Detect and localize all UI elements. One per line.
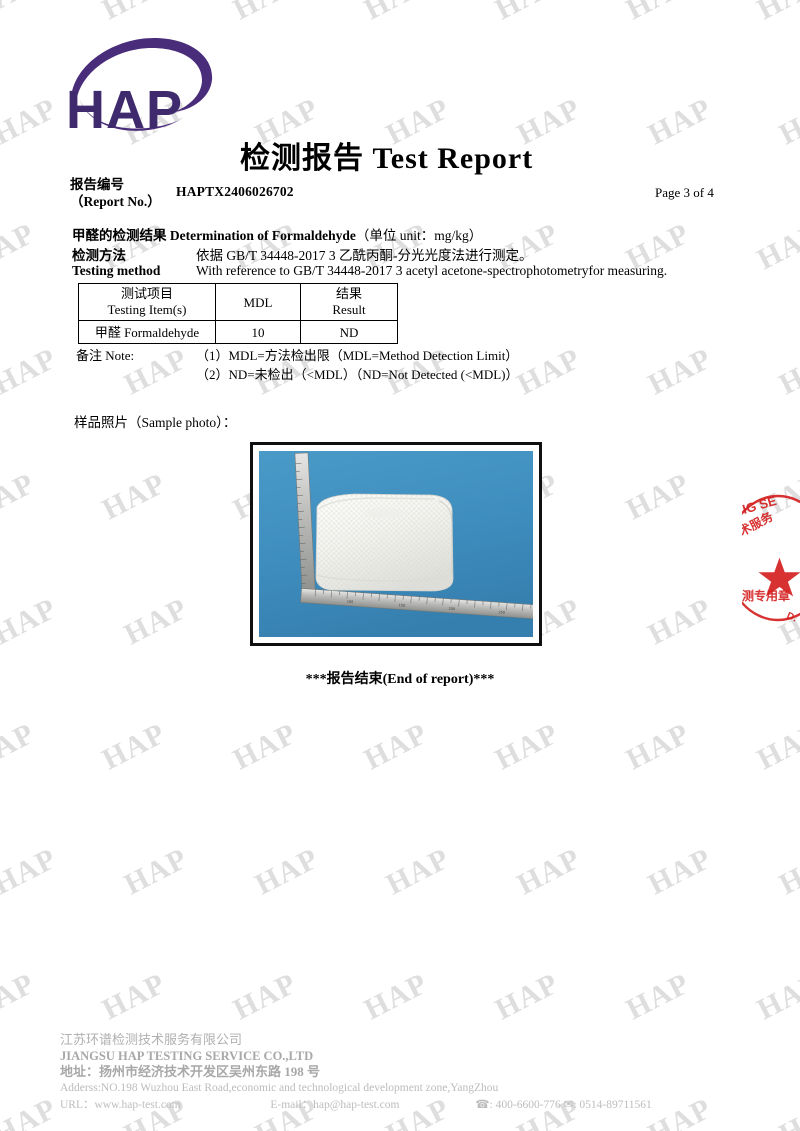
- page-title-cn: 检测报告: [240, 142, 364, 175]
- sample-photo-image: 100 150 200 250: [259, 451, 533, 637]
- report-no-label: 报告编号 （Report No.）: [70, 176, 161, 210]
- method-text-en: With reference to GB/T 34448-2017 3 acet…: [196, 263, 668, 278]
- svg-text:150: 150: [399, 603, 406, 607]
- svg-text:100: 100: [347, 600, 354, 604]
- sample-photo-frame: 100 150 200 250: [250, 442, 542, 646]
- cell-mdl: 10: [215, 320, 301, 344]
- header-result-en: Result: [332, 302, 366, 317]
- header-testing-item-cn: 测试项目: [120, 286, 173, 301]
- table-row: 甲醛 Formaldehyde 10 ND: [78, 320, 398, 344]
- page-indicator: Page 3 of 4: [655, 185, 714, 200]
- table-header-row: 测试项目 Testing Item(s) MDL 结果 Result: [78, 283, 398, 321]
- svg-text:250: 250: [498, 610, 505, 614]
- note-line-1: （1）MDL=方法检出限（MDL=Method Detection Limit）: [196, 348, 519, 363]
- svg-text:测专用章: 测专用章: [742, 588, 790, 603]
- page-footer: 江苏环谱检测技术服务有限公司 JIANGSU HAP TESTING SERVI…: [60, 1032, 760, 1113]
- method-text-cn: 依据 GB/T 34448-2017 3 乙酰丙酮-分光光度法进行测定。: [196, 248, 533, 263]
- page-title: 检测报告 Test Report: [240, 133, 533, 177]
- note-line-2: （2）ND=未检出（<MDL）（ND=Not Detected (<MDL)）: [196, 367, 519, 382]
- header-testing-item-en: Testing Item(s): [107, 302, 187, 317]
- svg-text:200: 200: [448, 607, 455, 611]
- header-result-cn: 结果: [335, 286, 362, 301]
- report-no-label-cn: 报告编号: [70, 177, 124, 192]
- header-cell-testing-item: 测试项目 Testing Item(s): [78, 283, 216, 321]
- method-label-cn: 检测方法: [72, 248, 126, 263]
- footer-company-en: JIANGSU HAP TESTING SERVICE CO.,LTD: [60, 1049, 314, 1063]
- footer-phone-value: 400-6600-776: [495, 1099, 561, 1111]
- fax-icon: ✉:: [563, 1099, 577, 1111]
- footer-url-value: www.hap-test.com: [94, 1099, 181, 1111]
- footer-address-en: Adderss:NO.198 Wuzhou East Road,economic…: [60, 1082, 499, 1094]
- report-no-label-en: （Report No.）: [70, 194, 161, 209]
- footer-email-value: hap@hap-test.com: [313, 1099, 400, 1111]
- company-stamp: IG SE 术服务 测专用章 D.: [742, 478, 800, 638]
- footer-email-label: E-mail：: [270, 1099, 314, 1111]
- cell-result: ND: [300, 320, 398, 344]
- sample-photo-label: 样品照片（Sample photo）：: [74, 415, 237, 430]
- svg-text:D.: D.: [785, 611, 799, 625]
- section-heading-cn: 甲醛的检测结果: [72, 228, 167, 243]
- report-no-value: HAPTX2406026702: [176, 184, 294, 199]
- method-label-en: Testing method: [72, 263, 161, 278]
- results-table: 测试项目 Testing Item(s) MDL 结果 Result 甲醛 Fo…: [78, 283, 398, 344]
- end-of-report-text: ***报告结束(End of report)***: [305, 672, 495, 687]
- phone-icon: ☎:: [475, 1099, 493, 1111]
- footer-fax-value: 0514-89711561: [579, 1099, 652, 1111]
- page-title-en: Test Report: [372, 142, 534, 175]
- footer-url-label: URL：: [60, 1099, 95, 1111]
- svg-text:HAP: HAP: [66, 80, 183, 140]
- section-heading-en: Determination of Formaldehyde: [169, 228, 356, 243]
- hap-logo: HAP: [62, 24, 222, 142]
- report-page: HAP 检测报告 Test Report 报告编号 （Report No.） H…: [0, 0, 800, 1131]
- footer-company-cn: 江苏环谱检测技术服务有限公司: [60, 1032, 243, 1047]
- section-heading-unit: （单位 unit：mg/kg）: [355, 228, 483, 243]
- header-cell-result: 结果 Result: [300, 283, 398, 321]
- footer-contact-row: URL：www.hap-test.com E-mail：hap@hap-test…: [60, 1097, 760, 1113]
- section-heading: 甲醛的检测结果 Determination of Formaldehyde（单位…: [72, 224, 482, 244]
- footer-address-cn: 地址：扬州市经济技术开发区吴州东路 198 号: [60, 1064, 321, 1079]
- notes-block: 备注 Note: （1）MDL=方法检出限（MDL=Method Detecti…: [76, 346, 519, 384]
- cell-testing-item: 甲醛 Formaldehyde: [78, 320, 216, 344]
- header-cell-mdl: MDL: [215, 283, 301, 321]
- notes-label: 备注 Note:: [76, 348, 135, 363]
